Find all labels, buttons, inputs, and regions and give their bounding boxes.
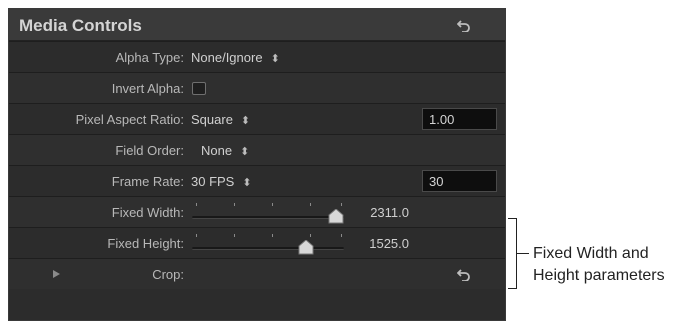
slider-tick (196, 234, 197, 237)
panel-header: Media Controls (9, 9, 505, 41)
disclosure-triangle-icon[interactable] (53, 270, 60, 278)
field-order-row: Field Order: None ⬍ (9, 134, 505, 165)
frame-rate-field[interactable]: 30 (422, 170, 497, 192)
invert-alpha-row: Invert Alpha: (9, 72, 505, 103)
callout-line-1: Fixed Width and (533, 245, 649, 262)
slider-tick (234, 234, 235, 237)
pixel-aspect-ratio-field[interactable]: 1.00 (422, 108, 497, 130)
frame-rate-value: 30 FPS (191, 174, 235, 189)
slider-tick (272, 234, 273, 237)
invert-alpha-checkbox[interactable] (192, 82, 206, 95)
fixed-height-label: Fixed Height: (107, 236, 184, 251)
alpha-type-label: Alpha Type: (115, 50, 184, 65)
pixel-aspect-ratio-label: Pixel Aspect Ratio: (75, 112, 184, 127)
pixel-aspect-ratio-popup[interactable]: Square ⬍ (191, 112, 250, 127)
crop-label: Crop: (152, 267, 184, 282)
fixed-height-slider[interactable] (192, 230, 344, 258)
crop-row: Crop: (9, 258, 505, 289)
reset-arrow-icon[interactable] (457, 267, 471, 281)
up-down-stepper-icon: ⬍ (242, 177, 252, 189)
media-controls-panel: Media Controls Alpha Type: None/Ignore ⬍ … (8, 8, 506, 321)
up-down-stepper-icon: ⬍ (240, 146, 250, 158)
fixed-width-row: Fixed Width: 2311.0 (9, 196, 505, 227)
slider-track (192, 247, 344, 250)
callout-bracket (508, 218, 517, 289)
slider-track (192, 216, 344, 219)
slider-tick (341, 234, 342, 237)
fixed-width-label: Fixed Width: (111, 205, 184, 220)
fixed-width-value[interactable]: 2311.0 (370, 205, 409, 220)
pixel-aspect-ratio-row: Pixel Aspect Ratio: Square ⬍ 1.00 (9, 103, 505, 134)
panel-title: Media Controls (19, 16, 142, 35)
fixed-width-slider[interactable] (192, 199, 344, 227)
slider-tick (234, 203, 235, 206)
alpha-type-value: None/Ignore (191, 50, 263, 65)
frame-rate-popup[interactable]: 30 FPS ⬍ (191, 174, 252, 189)
fixed-height-row: Fixed Height: 1525.0 (9, 227, 505, 258)
alpha-type-row: Alpha Type: None/Ignore ⬍ (9, 41, 505, 72)
callout-leader-line (517, 253, 529, 254)
field-order-popup[interactable]: None ⬍ (201, 143, 249, 158)
slider-tick (272, 203, 273, 206)
field-order-value: None (201, 143, 233, 158)
reset-arrow-icon[interactable] (457, 18, 471, 32)
callout-line-2: Height parameters (533, 267, 665, 284)
up-down-stepper-icon: ⬍ (270, 53, 280, 65)
field-order-label: Field Order: (115, 143, 184, 158)
up-down-stepper-icon: ⬍ (240, 115, 251, 127)
slider-thumb[interactable] (328, 209, 344, 224)
fixed-height-value[interactable]: 1525.0 (369, 236, 409, 251)
alpha-type-popup[interactable]: None/Ignore ⬍ (191, 50, 280, 65)
pixel-aspect-ratio-value: Square (191, 112, 233, 127)
slider-tick (196, 203, 197, 206)
invert-alpha-label: Invert Alpha: (111, 81, 184, 96)
frame-rate-row: Frame Rate: 30 FPS ⬍ 30 (9, 165, 505, 196)
frame-rate-label: Frame Rate: (111, 174, 184, 189)
slider-tick (310, 203, 311, 206)
callout-label: Fixed Width and Height parameters (533, 243, 687, 287)
slider-tick (310, 234, 311, 237)
slider-tick (341, 203, 342, 206)
slider-thumb[interactable] (298, 240, 314, 255)
